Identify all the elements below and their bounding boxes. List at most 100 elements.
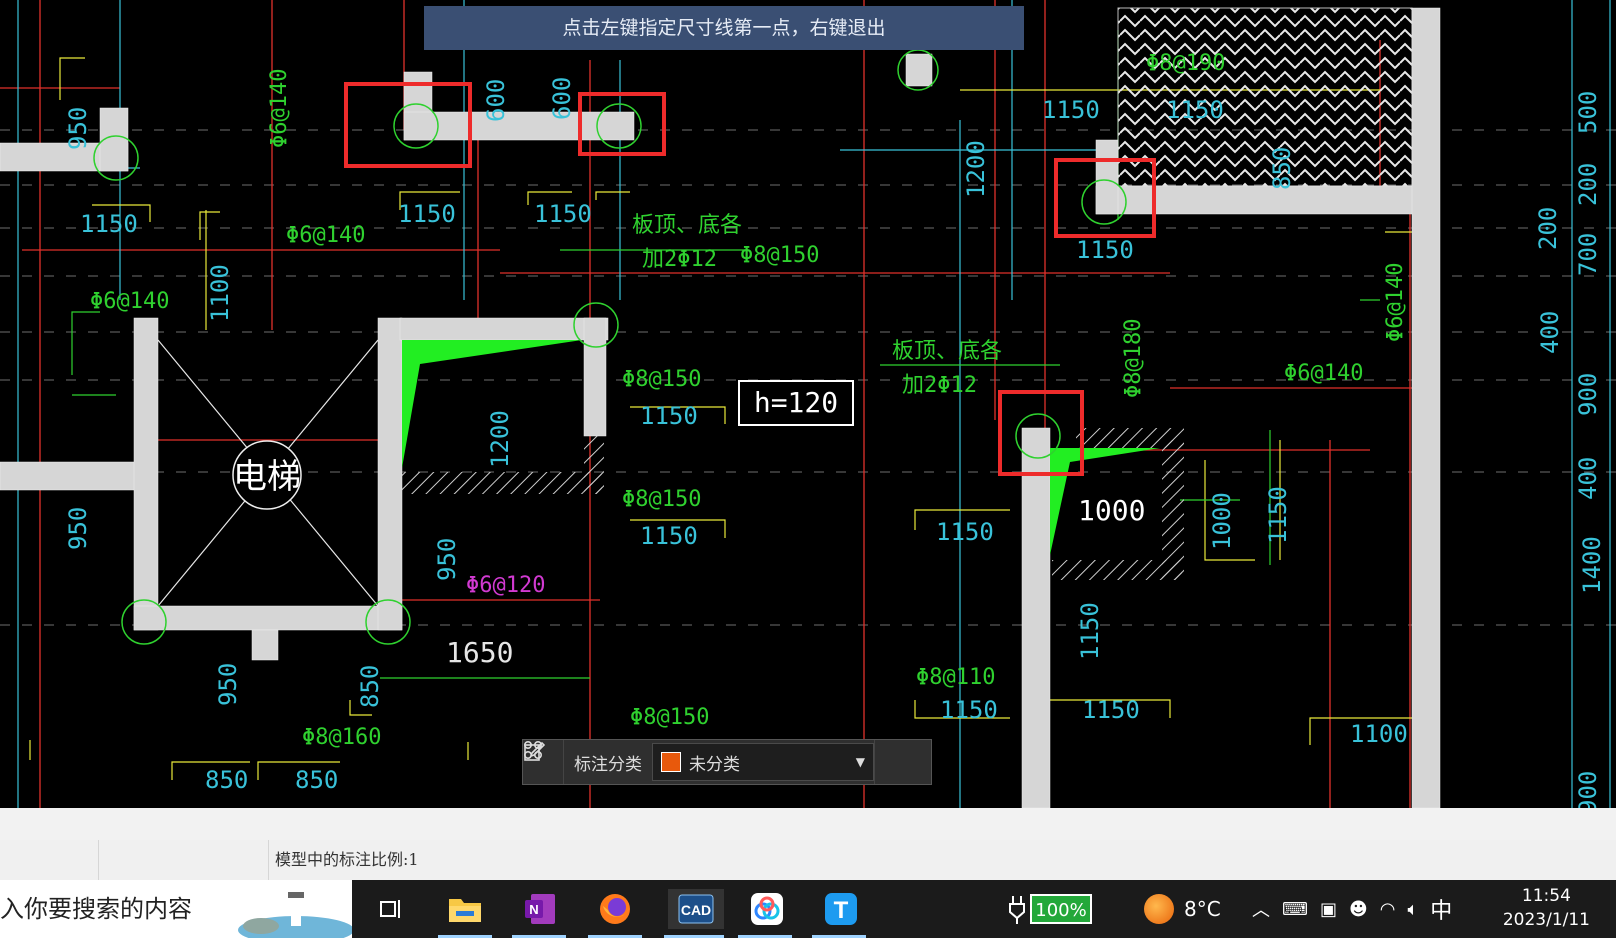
edit-icon[interactable] <box>524 740 923 784</box>
rebar-label: Φ8@190 <box>1146 51 1225 76</box>
plug-icon <box>1009 896 1025 924</box>
elevator-label: 电梯 <box>233 457 301 497</box>
axis-dim: 900 <box>1574 373 1602 416</box>
hatch-area-room1-right <box>584 434 604 494</box>
ime-indicator[interactable]: 中 <box>1430 893 1452 925</box>
task-view-icon[interactable] <box>370 889 412 929</box>
rebar-label: Φ6@140 <box>90 289 169 314</box>
svg-text:N: N <box>529 902 538 917</box>
file-explorer-icon[interactable] <box>444 889 486 929</box>
dim-label: 950 <box>64 507 92 550</box>
annotation-toolbar: 标注分类 未分类 ▼ <box>522 739 932 785</box>
rebar-label: Φ6@140 <box>1284 361 1363 386</box>
time: 11:54 <box>1521 886 1571 906</box>
rebar-label: Φ6@140 <box>1383 263 1408 342</box>
dim-label: 1150 <box>1076 602 1104 660</box>
axis-dim: 200 <box>1534 207 1562 250</box>
baidu-netdisk-icon[interactable] <box>746 889 788 929</box>
dim-label: 1100 <box>1350 720 1408 748</box>
weather-tray[interactable]: 8°C <box>1144 880 1221 938</box>
keyboard-icon[interactable]: ⌨ <box>1282 899 1308 920</box>
search-box[interactable]: 入你要搜索的内容 <box>0 880 352 938</box>
rebar-note: 板顶、底各 <box>892 339 1002 364</box>
dim-label: 600 <box>548 77 576 120</box>
axis-dim: 700 <box>1574 233 1602 276</box>
axis-dim: 500 <box>1574 91 1602 134</box>
dim-label: 850 <box>356 665 384 708</box>
axis-dim: 400 <box>1536 311 1564 354</box>
dim-label: 1100 <box>206 264 234 322</box>
dim-label: 1000 <box>1208 492 1236 550</box>
penguin-icon[interactable]: ☻ <box>1349 899 1368 920</box>
search-illustration <box>238 892 352 938</box>
slab-thickness-label[interactable]: h=120 <box>738 380 854 426</box>
onenote-icon[interactable]: N <box>519 889 561 929</box>
taskbar: 入你要搜索的内容 N CAD T 100% 8°C ︿ ⌨ ▣ ☻ ◠ 🔈︎ 中… <box>0 880 1616 938</box>
dim-label: 950 <box>433 538 461 581</box>
battery-tray[interactable]: 100% <box>1008 880 1092 938</box>
dim-label: 1150 <box>1042 96 1100 124</box>
search-text: 入你要搜索的内容 <box>0 895 192 923</box>
hatch-area-room2-right <box>1162 440 1184 580</box>
rebar-note: 加2Φ12 <box>642 247 717 272</box>
rebar-label: Φ8@150 <box>740 243 819 268</box>
dim-label: 1150 <box>640 522 698 550</box>
dim-label: 1000 <box>1078 494 1145 527</box>
rebar-note: 加2Φ12 <box>902 373 977 398</box>
volume-icon[interactable]: 🔈︎ <box>1407 899 1418 920</box>
command-prompt: 点击左键指定尺寸线第一点，右键退出 <box>424 6 1024 50</box>
battery-indicator: 100% <box>1030 894 1092 924</box>
annotation-category-label: 标注分类 <box>574 754 642 775</box>
svg-text:T: T <box>834 897 849 924</box>
date: 2023/1/11 <box>1502 910 1590 930</box>
annotation-category-select[interactable]: 未分类 ▼ <box>652 743 874 781</box>
drawing-scroll-area[interactable] <box>0 808 1616 841</box>
axis-dim: 900 <box>1574 771 1602 808</box>
temperature: 8°C <box>1184 897 1221 921</box>
axis-dim: 1400 <box>1578 536 1606 594</box>
rebar-note: 板顶、底各 <box>632 213 742 238</box>
rebar-label: Φ8@150 <box>630 705 709 730</box>
dim-label: 1150 <box>1076 236 1134 264</box>
status-bar: 模型中的标注比例:1 <box>0 840 1616 880</box>
axis-dim: 200 <box>1574 163 1602 206</box>
rebar-label: Φ8@150 <box>622 487 701 512</box>
rebar-label: Φ8@150 <box>622 367 701 392</box>
cad-icon[interactable]: CAD <box>668 889 724 929</box>
display-icon[interactable]: ▣ <box>1320 899 1337 920</box>
dim-label: 1150 <box>1264 486 1292 544</box>
dim-label: 1150 <box>80 210 138 238</box>
hatch-area-top-right <box>1117 7 1413 187</box>
dim-label: 1150 <box>1082 696 1140 724</box>
dim-label: 1150 <box>940 696 998 724</box>
clock[interactable]: 11:54 2023/1/11 <box>1503 884 1590 932</box>
dim-label: 1200 <box>962 140 990 198</box>
dim-label: 850 <box>295 766 338 794</box>
hatch-area-room1-bottom <box>400 472 602 494</box>
rebar-label: Φ8@110 <box>916 665 995 690</box>
selected-category: 未分类 <box>689 754 740 775</box>
rebar-label: Φ8@180 <box>1121 319 1146 398</box>
status-cell <box>98 840 269 880</box>
svg-text:CAD: CAD <box>681 902 711 918</box>
annotation-scale-text: 模型中的标注比例:1 <box>275 850 419 869</box>
rebar-label: Φ6@120 <box>466 573 545 598</box>
wifi-icon[interactable]: ◠ <box>1380 899 1396 920</box>
cad-canvas[interactable]: 电梯 1150 1150 1150 1200 1000 1000 1650 85… <box>0 0 1616 808</box>
chevron-up-icon[interactable]: ︿ <box>1252 896 1270 922</box>
rebar-label: Φ6@140 <box>267 69 292 148</box>
dim-label: 850 <box>205 766 248 794</box>
rebar-label: Φ8@160 <box>302 725 381 750</box>
weather-icon <box>1144 894 1174 924</box>
dim-label: 1150 <box>398 200 456 228</box>
rebar-label: Φ6@140 <box>286 223 365 248</box>
category-color-swatch <box>661 752 681 772</box>
dim-label: 1650 <box>446 636 513 669</box>
dim-label: 1150 <box>534 200 592 228</box>
tencent-icon[interactable]: T <box>820 889 862 929</box>
dim-label: 950 <box>214 663 242 706</box>
dim-label: 850 <box>1268 147 1296 190</box>
dim-label: 1150 <box>640 402 698 430</box>
firefox-icon[interactable] <box>594 889 636 929</box>
status-cell <box>0 840 99 880</box>
